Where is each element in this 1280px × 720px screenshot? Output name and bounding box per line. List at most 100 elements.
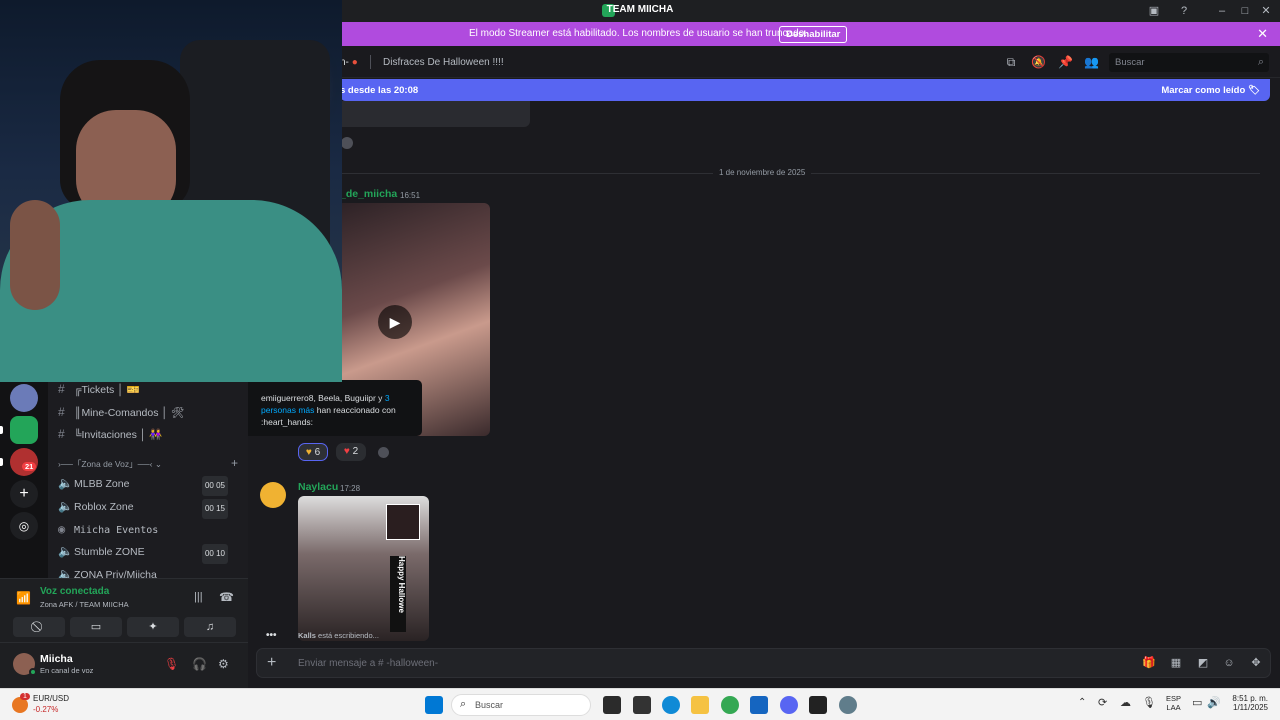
date-divider-label: 1 de noviembre de 2025 bbox=[713, 168, 812, 177]
message-input[interactable]: + Enviar mensaje a # -halloween- 🎁 ▦ ◩ ☺… bbox=[256, 648, 1271, 678]
microphone-icon[interactable]: 🎙 bbox=[1142, 696, 1156, 709]
screen-share-button[interactable]: ▭ bbox=[70, 617, 122, 637]
apps-icon[interactable]: ✥ bbox=[1249, 656, 1263, 670]
discover-icon[interactable]: ◎ bbox=[10, 512, 38, 540]
pin-icon[interactable]: 📌 bbox=[1058, 55, 1073, 69]
chevron-up-icon[interactable]: ⌃ bbox=[1078, 697, 1086, 708]
store-icon[interactable] bbox=[750, 696, 768, 714]
stage-channel-item[interactable]: ◉ Miicha Eventos bbox=[58, 520, 238, 538]
display-icon[interactable]: ▭ bbox=[1192, 696, 1202, 709]
headphones-icon[interactable]: 🎧 bbox=[192, 657, 207, 671]
mark-as-read-button[interactable]: Marcar como leído 🏷 bbox=[1161, 85, 1260, 96]
language-indicator[interactable]: ESP LAA bbox=[1166, 694, 1181, 712]
disable-streamer-button[interactable]: Deshabilitar bbox=[779, 26, 848, 43]
ticker-pair[interactable]: EUR/USD bbox=[33, 694, 69, 703]
discord-icon[interactable] bbox=[780, 696, 798, 714]
sync-icon[interactable]: ⟳ bbox=[1098, 696, 1107, 709]
video-attachment[interactable]: Happy Hallowe bbox=[298, 496, 429, 641]
category-header[interactable]: ›──「Zona de Voz」──‹ ⌄ bbox=[58, 455, 162, 473]
start-button[interactable] bbox=[425, 696, 443, 714]
notifications-icon[interactable]: 🔕 bbox=[1031, 55, 1046, 69]
voice-location[interactable]: Zona AFK / TEAM MIICHA bbox=[40, 600, 129, 609]
obs-icon[interactable] bbox=[633, 696, 651, 714]
help-icon[interactable]: ? bbox=[1176, 3, 1192, 19]
add-reaction-icon[interactable] bbox=[378, 447, 389, 458]
emoji-icon: ● bbox=[351, 57, 358, 68]
threads-icon[interactable]: ⧉ bbox=[1004, 55, 1018, 69]
task-view-icon[interactable] bbox=[603, 696, 621, 714]
username[interactable]: Miicha bbox=[40, 653, 73, 665]
gif-icon[interactable]: ▦ bbox=[1169, 656, 1183, 670]
search-input[interactable]: Buscar ⌕ bbox=[1109, 53, 1269, 72]
taskbar: 1 EUR/USD -0.27% ⌕ Buscar ⌃ ⟳ ☁ 🎙 ESP LAA… bbox=[0, 688, 1280, 720]
mark-read-icon: 🏷 bbox=[1247, 85, 1260, 96]
arm-image bbox=[10, 200, 60, 310]
settings-icon[interactable]: ⚙ bbox=[218, 657, 229, 671]
inbox-icon[interactable]: ▣ bbox=[1146, 3, 1162, 19]
message-timestamp: 16:51 bbox=[400, 191, 421, 200]
close-banner-icon[interactable]: ✕ bbox=[1257, 26, 1268, 42]
add-channel-icon[interactable]: + bbox=[231, 456, 238, 470]
activities-button[interactable]: ✦ bbox=[127, 617, 179, 637]
previous-attachment[interactable] bbox=[340, 101, 530, 127]
message-author[interactable]: _de_miicha bbox=[340, 188, 397, 200]
channel-topic[interactable]: Disfraces De Halloween !!!! bbox=[383, 57, 504, 68]
clock[interactable]: 8:51 p. m. 1/11/2025 bbox=[1228, 694, 1268, 712]
header-divider bbox=[370, 55, 371, 69]
voice-channel-item[interactable]: 🔈ZONA Priv/Miicha bbox=[58, 565, 238, 578]
close-window-button[interactable]: ✕ bbox=[1258, 3, 1274, 19]
add-server-icon[interactable]: + bbox=[10, 480, 38, 508]
streamer-mode-message: El modo Streamer está habilitado. Los no… bbox=[469, 28, 807, 39]
search-icon: ⌕ bbox=[460, 698, 467, 710]
avatar[interactable] bbox=[260, 482, 286, 508]
taskbar-search[interactable]: ⌕ Buscar bbox=[451, 694, 591, 716]
microphone-muted-icon[interactable]: 🎙 bbox=[164, 657, 179, 671]
text-channel-icon: # bbox=[58, 405, 65, 419]
video-caption: Happy Hallowe bbox=[390, 556, 406, 632]
channel-item[interactable]: # ╔Tickets │ 🎫 bbox=[58, 380, 140, 398]
members-icon[interactable]: 👥 bbox=[1084, 55, 1099, 69]
new-messages-bar[interactable]: s desde las 20:08 Marcar como leído 🏷 bbox=[340, 79, 1270, 101]
reaction-heart[interactable]: ♥ 2 bbox=[336, 443, 366, 461]
add-attachment-icon[interactable]: + bbox=[267, 654, 276, 672]
server-icon[interactable] bbox=[10, 416, 38, 444]
channel-list: # ╔Tickets │ 🎫 # ║Mine-Comandos │ 🛠 # ╚Invi… bbox=[48, 382, 248, 578]
minimize-button[interactable]: – bbox=[1214, 3, 1230, 19]
reaction-heart-hands[interactable]: ♥ 6 bbox=[298, 443, 328, 461]
camera-off-button[interactable]: ⃠ bbox=[13, 617, 65, 637]
heart-hands-icon: ♥ bbox=[305, 447, 312, 458]
user-panel: Miicha En canal de voz 🎙 🎧 ⚙ bbox=[0, 642, 248, 688]
noise-suppression-icon[interactable]: ||| bbox=[194, 591, 203, 603]
server-indicator bbox=[0, 458, 3, 466]
volume-icon[interactable]: 🔊 bbox=[1207, 696, 1221, 709]
voice-channel-item[interactable]: 🔈Roblox Zone 00 15 bbox=[58, 497, 238, 519]
speaker-icon: 🔈 bbox=[58, 476, 73, 490]
emoji-picker-icon[interactable]: ☺ bbox=[1222, 656, 1236, 670]
channel-item[interactable]: # ║Mine-Comandos │ 🛠 bbox=[58, 403, 184, 421]
file-explorer-icon[interactable] bbox=[691, 696, 709, 714]
user-status: En canal de voz bbox=[40, 666, 94, 675]
sticker-icon[interactable]: ◩ bbox=[1196, 656, 1210, 670]
edge-icon[interactable] bbox=[662, 696, 680, 714]
voice-status: Voz conectada bbox=[40, 586, 110, 597]
voice-channel-item[interactable]: 🔈Stumble ZONE 00 10 bbox=[58, 542, 238, 564]
play-icon[interactable]: ▶ bbox=[378, 305, 412, 339]
speaker-icon: 🔈 bbox=[58, 567, 73, 578]
chrome-icon[interactable] bbox=[721, 696, 739, 714]
heart-icon: ♥ bbox=[343, 446, 350, 457]
message-author[interactable]: Naylacu bbox=[298, 481, 338, 493]
voice-channel-item[interactable]: 🔈MLBB Zone 00 05 bbox=[58, 474, 238, 496]
settings-icon[interactable] bbox=[839, 696, 857, 714]
cloud-icon[interactable]: ☁ bbox=[1120, 696, 1131, 709]
server-indicator bbox=[0, 426, 3, 434]
add-reaction-icon[interactable] bbox=[341, 137, 353, 149]
gift-icon[interactable]: 🎁 bbox=[1142, 656, 1156, 670]
message-placeholder: Enviar mensaje a # -halloween- bbox=[298, 658, 439, 669]
disconnect-icon[interactable]: ☎ bbox=[219, 590, 234, 604]
server-icon[interactable] bbox=[10, 384, 38, 412]
epic-games-icon[interactable] bbox=[809, 696, 827, 714]
channel-item[interactable]: # ╚Invitaciones │ 👭 bbox=[58, 425, 162, 443]
message-list[interactable]: 1 de noviembre de 2025 _de_miicha 16:51 … bbox=[260, 101, 1270, 641]
maximize-button[interactable]: □ bbox=[1237, 3, 1253, 19]
soundboard-button[interactable]: ♫ bbox=[184, 617, 236, 637]
